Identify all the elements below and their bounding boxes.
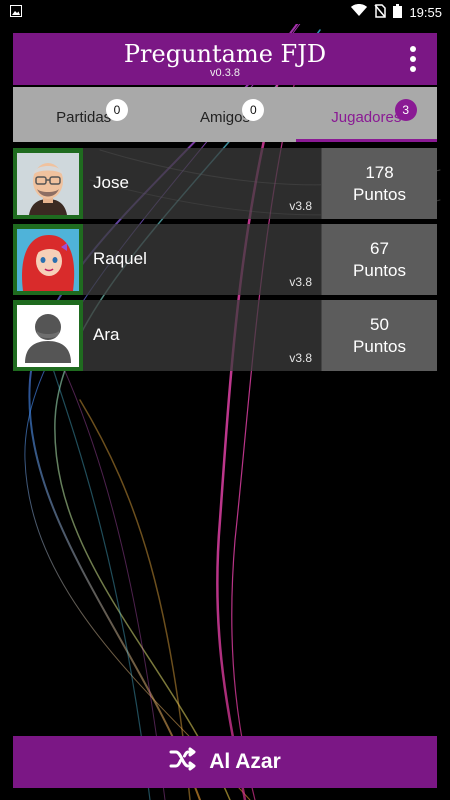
tab-bar: Partidas 0 Amigos 0 Jugadores 3	[13, 87, 438, 142]
player-info: Raquel v3.8	[83, 224, 321, 295]
player-name: Raquel	[93, 249, 147, 268]
more-vert-icon[interactable]	[403, 44, 423, 74]
score-value: 50	[370, 314, 389, 334]
score-box: 178 Puntos	[321, 148, 437, 219]
tab-amigos[interactable]: Amigos 0	[154, 87, 295, 142]
avatar	[13, 300, 83, 371]
player-version: v3.8	[289, 351, 312, 365]
avatar	[13, 148, 83, 219]
player-version: v3.8	[289, 275, 312, 289]
score-box: 67 Puntos	[321, 224, 437, 295]
player-name: Ara	[93, 325, 120, 344]
score-value: 178	[365, 162, 394, 182]
score-box: 50 Puntos	[321, 300, 437, 371]
player-info: Ara v3.8	[83, 300, 321, 371]
avatar	[13, 224, 83, 295]
wifi-icon	[351, 4, 368, 20]
tab-count-badge: 3	[394, 99, 417, 121]
player-row-jose[interactable]: Jose v3.8 178 Puntos	[13, 148, 437, 219]
status-bar: 19:55	[0, 0, 450, 24]
cartoon-man-avatar	[17, 152, 79, 215]
shuffle-icon	[169, 747, 197, 777]
player-name: Jose	[93, 173, 129, 192]
tab-count-badge: 0	[106, 99, 128, 121]
score-label: Puntos	[353, 336, 406, 356]
score-label: Puntos	[353, 184, 406, 204]
player-info: Jose v3.8	[83, 148, 321, 219]
battery-icon	[393, 3, 403, 21]
tab-partidas[interactable]: Partidas 0	[13, 87, 154, 142]
random-match-button[interactable]: Al Azar	[13, 736, 437, 788]
score-label: Puntos	[353, 260, 406, 280]
player-row-ara[interactable]: Ara v3.8 50 Puntos	[13, 300, 437, 371]
player-list: Jose v3.8 178 Puntos Raquel v3.8 67 Punt…	[13, 148, 437, 376]
player-version: v3.8	[289, 199, 312, 213]
app-bar: Preguntame FJD v0.3.8	[13, 33, 437, 85]
tab-label: Jugadores	[331, 109, 402, 126]
mermaid-avatar	[17, 228, 79, 291]
default-user-avatar	[17, 304, 79, 367]
tab-jugadores[interactable]: Jugadores 3	[295, 87, 438, 142]
tab-count-badge: 0	[242, 99, 265, 121]
app-version: v0.3.8	[210, 67, 240, 79]
status-time: 19:55	[409, 4, 442, 20]
no-sim-icon	[374, 3, 387, 21]
score-value: 67	[370, 238, 389, 258]
tab-label: Partidas	[56, 109, 112, 126]
random-match-label: Al Azar	[209, 750, 281, 773]
player-row-raquel[interactable]: Raquel v3.8 67 Puntos	[13, 224, 437, 295]
image-notification-icon	[10, 4, 22, 20]
app-title: Preguntame FJD	[123, 40, 327, 68]
